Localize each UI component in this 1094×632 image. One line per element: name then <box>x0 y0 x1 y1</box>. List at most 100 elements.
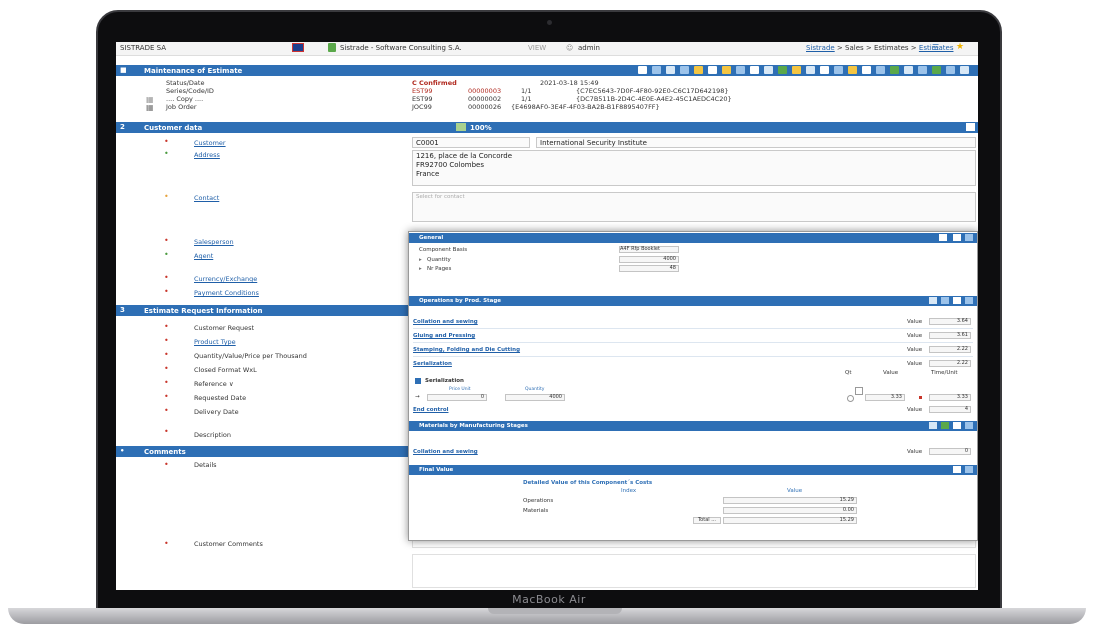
maximize-icon[interactable] <box>953 234 961 241</box>
filter-icon[interactable] <box>929 297 937 304</box>
quantity-field[interactable]: 4000 <box>505 394 565 401</box>
job-order-icon[interactable]: ▦ <box>146 103 154 112</box>
operation-link[interactable]: Serialization <box>413 361 452 367</box>
refresh-icon[interactable] <box>941 297 949 304</box>
user-name[interactable]: admin <box>578 44 600 52</box>
breadcrumb-item[interactable]: Sales <box>845 44 864 52</box>
toolbar-icon[interactable] <box>960 66 969 74</box>
toolbar-icon[interactable] <box>834 66 843 74</box>
minimize-icon[interactable] <box>965 297 973 304</box>
address-link[interactable]: Address <box>194 151 220 159</box>
collapse-icon[interactable] <box>966 123 975 131</box>
operations-title: Operations by Prod. Stage <box>419 298 502 304</box>
maximize-icon[interactable] <box>953 422 961 429</box>
toolbar-icon[interactable] <box>736 66 745 74</box>
customer-link[interactable]: Customer <box>194 139 226 147</box>
toolbar-icon[interactable] <box>904 66 913 74</box>
operation-value[interactable]: 3.61 <box>929 332 971 339</box>
breadcrumb-item[interactable]: Estimates <box>874 44 909 52</box>
toolbar-icon[interactable] <box>820 66 829 74</box>
breadcrumb-item[interactable]: Sistrade <box>806 44 835 52</box>
minimize-icon[interactable] <box>965 422 973 429</box>
toolbar-icon[interactable] <box>890 66 899 74</box>
chevron-down-icon[interactable]: ∨ <box>229 380 234 388</box>
toolbar-icon[interactable] <box>778 66 787 74</box>
toolbar-icon[interactable] <box>680 66 689 74</box>
toolbar-icon[interactable] <box>694 66 703 74</box>
operation-link[interactable]: Stamping, Folding and Die Cutting <box>413 347 520 353</box>
serialization-checkbox[interactable] <box>415 378 421 384</box>
operations-row-label: Operations <box>523 498 554 504</box>
home-icon[interactable] <box>638 66 647 74</box>
operation-link[interactable]: Collation and sewing <box>413 319 478 325</box>
expand-icon[interactable]: ▸ <box>419 257 422 263</box>
material-link[interactable]: Collation and sewing <box>413 449 478 455</box>
menu-icon[interactable]: ☰ <box>932 43 939 52</box>
user-icon[interactable]: ☺ <box>566 44 573 52</box>
maximize-icon[interactable] <box>953 466 961 473</box>
toolbar-icon[interactable] <box>708 66 717 74</box>
value-column: Value <box>883 370 899 376</box>
star-icon[interactable]: ★ <box>956 42 964 52</box>
window-icon[interactable] <box>939 234 947 241</box>
contact-field[interactable]: Select for contact <box>412 192 976 222</box>
salesperson-link[interactable]: Salesperson <box>194 238 234 246</box>
price-unit-field[interactable]: 0 <box>427 394 487 401</box>
revision-value: 1/1 <box>521 87 532 95</box>
line-value-field[interactable]: 3.33 <box>865 394 905 401</box>
refresh-icon[interactable] <box>929 422 937 429</box>
material-value[interactable]: 0 <box>929 448 971 455</box>
operations-header: Operations by Prod. Stage <box>409 296 977 306</box>
customer-comments-field[interactable] <box>412 554 976 588</box>
toolbar-icon[interactable] <box>862 66 871 74</box>
quantity-field[interactable]: 4000 <box>619 256 679 263</box>
flag-uk-icon[interactable] <box>292 43 304 52</box>
expand-icon[interactable]: ▸ <box>419 266 422 272</box>
job-code[interactable]: 00000026 <box>468 103 501 111</box>
pages-field[interactable]: 48 <box>619 265 679 272</box>
operation-value[interactable]: 3.64 <box>929 318 971 325</box>
toolbar-icon[interactable] <box>848 66 857 74</box>
materials-header: Materials by Manufacturing Stages <box>409 421 977 431</box>
excel-icon[interactable] <box>941 422 949 429</box>
toolbar-icon[interactable] <box>666 66 675 74</box>
reference-label[interactable]: Reference ∨ <box>194 380 234 388</box>
toolbar-icon[interactable] <box>918 66 927 74</box>
app-logo-icon <box>328 43 336 52</box>
total-button[interactable]: Total ... <box>693 517 721 524</box>
toolbar-icon[interactable] <box>722 66 731 74</box>
operation-link[interactable]: Gluing and Pressing <box>413 333 475 339</box>
toolbar-icon[interactable] <box>876 66 885 74</box>
copy-series: EST99 <box>412 95 433 103</box>
address-field[interactable]: 1216, place de la Concorde FR92700 Colom… <box>412 150 976 186</box>
top-bar: SISTRADE SA Sistrade - Software Consulti… <box>116 42 978 56</box>
end-control-value[interactable]: 4 <box>929 406 971 413</box>
payment-link[interactable]: Payment Conditions <box>194 289 259 297</box>
toolbar-icon[interactable] <box>764 66 773 74</box>
toolbar-icon[interactable] <box>932 66 941 74</box>
customer-request-label: Customer Request <box>194 324 255 332</box>
qt-checkbox[interactable] <box>855 387 863 395</box>
toolbar-icon[interactable] <box>792 66 801 74</box>
line-total-field[interactable]: 3.33 <box>929 394 971 401</box>
component-basis-field[interactable]: A4F Rfp Booklet <box>619 246 679 253</box>
toolbar-icon[interactable] <box>750 66 759 74</box>
qt-radio[interactable] <box>847 395 854 402</box>
minimize-icon[interactable] <box>965 234 973 241</box>
minimize-icon[interactable] <box>965 466 973 473</box>
agent-link[interactable]: Agent <box>194 252 213 260</box>
product-type-link[interactable]: Product Type <box>194 338 236 346</box>
toolbar-icon[interactable] <box>652 66 661 74</box>
toolbar-icon[interactable] <box>806 66 815 74</box>
operation-value[interactable]: 2.22 <box>929 346 971 353</box>
end-control-link[interactable]: End control <box>413 407 448 413</box>
toolbar-icon[interactable] <box>946 66 955 74</box>
currency-link[interactable]: Currency/Exchange <box>194 275 257 283</box>
details-label: Details <box>194 461 217 469</box>
customer-name-field[interactable]: International Security Institute <box>536 137 976 148</box>
contact-link[interactable]: Contact <box>194 194 219 202</box>
customer-code-field[interactable]: C0001 <box>412 137 530 148</box>
maximize-icon[interactable] <box>953 297 961 304</box>
operation-value[interactable]: 2.22 <box>929 360 971 367</box>
optional-marker: • <box>164 192 169 201</box>
